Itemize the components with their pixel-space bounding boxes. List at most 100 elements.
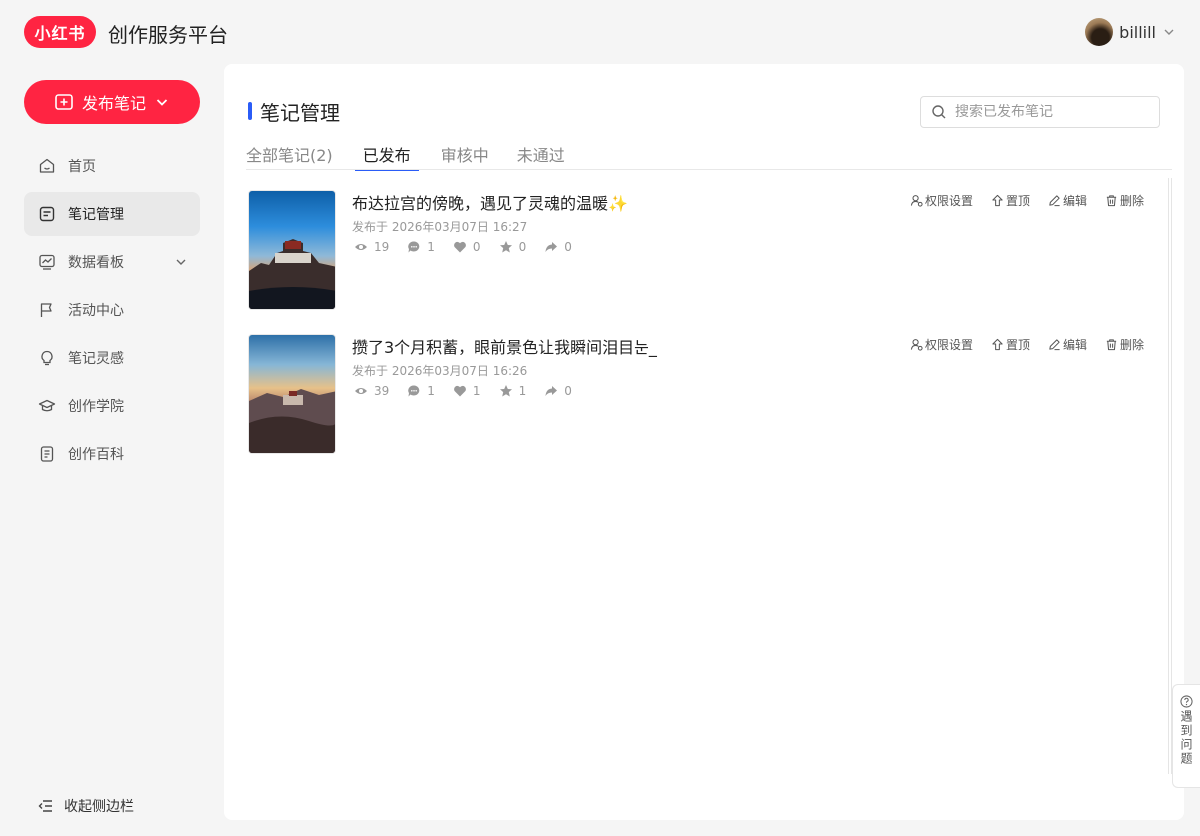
comment-count: 1: [407, 384, 435, 398]
page-title: 笔记管理: [260, 101, 340, 125]
question-circle-icon: [1180, 695, 1193, 708]
edit-button[interactable]: 编辑: [1048, 336, 1087, 353]
sidebar-item-creator-academy[interactable]: 创作学院: [24, 384, 200, 428]
delete-button[interactable]: 删除: [1105, 192, 1144, 209]
like-count: 1: [453, 384, 481, 398]
sidebar-item-note-management[interactable]: 笔记管理: [24, 192, 200, 236]
chevron-down-icon: [1164, 29, 1174, 35]
note-stats: 19 1 0 0 0: [354, 240, 572, 254]
user-lock-icon: [910, 339, 923, 351]
note-icon: [39, 206, 55, 222]
tab-rejected[interactable]: 未通过: [517, 142, 565, 170]
note-actions: 权限设置 置顶 编辑 删除: [910, 192, 1144, 209]
scrollbar[interactable]: [1168, 178, 1172, 774]
chevron-down-icon: [156, 99, 168, 106]
sidebar-item-label: 创作学院: [68, 399, 124, 415]
home-icon: [39, 158, 55, 173]
graduation-cap-icon: [38, 399, 56, 412]
tab-under-review[interactable]: 审核中: [441, 142, 489, 170]
potala-palace-image: [249, 239, 335, 309]
sidebar-item-note-inspiration[interactable]: 笔记灵感: [24, 336, 200, 380]
permission-settings-button[interactable]: 权限设置: [910, 336, 973, 353]
avatar[interactable]: [1085, 18, 1114, 46]
note-row[interactable]: 攒了3个月积蓄，眼前景色让我瞬间泪目눈_ 发布于 2026年03月07日 16:…: [248, 334, 1148, 454]
user-lock-icon: [910, 195, 923, 207]
collect-count: 1: [499, 384, 526, 398]
star-icon: [499, 241, 512, 253]
heart-icon: [454, 241, 466, 253]
chevron-down-icon: [176, 259, 186, 265]
eye-icon: [355, 244, 367, 250]
trash-icon: [1106, 195, 1117, 207]
collapse-sidebar-button[interactable]: 收起侧边栏: [38, 796, 134, 816]
sidebar-item-data-dashboard[interactable]: 数据看板: [24, 240, 200, 284]
main-panel: 笔记管理 全部笔记(2) 已发布 审核中 未通过 布达拉宫的傍晚，遇见了灵魂的温…: [224, 64, 1184, 820]
sidebar-item-label: 活动中心: [68, 303, 124, 319]
xiaohongshu-logo[interactable]: 小红书: [24, 16, 96, 48]
pencil-icon: [1049, 339, 1060, 351]
bulb-icon: [41, 350, 53, 366]
comment-count: 1: [407, 240, 435, 254]
note-cover-image[interactable]: [248, 334, 336, 454]
share-icon: [545, 242, 558, 252]
sidebar-item-home[interactable]: 首页: [24, 144, 200, 188]
search-icon: [932, 105, 946, 119]
sidebar-nav: 首页 笔记管理 数据看板 活动中心 笔记灵感 创作学院 创作百科: [24, 144, 200, 480]
sidebar-item-label: 数据看板: [68, 255, 124, 271]
note-title[interactable]: 布达拉宫的傍晚，遇见了灵魂的温暖✨: [352, 190, 628, 214]
eye-icon: [355, 388, 367, 394]
note-stats: 39 1 1 1 0: [354, 384, 572, 398]
share-icon: [545, 386, 558, 396]
note-publish-time: 发布于 2026年03月07日 16:26: [352, 364, 528, 378]
heart-icon: [454, 385, 466, 397]
sidebar-item-label: 笔记管理: [68, 207, 124, 223]
help-button[interactable]: 遇到问题: [1172, 684, 1200, 788]
user-name: billill: [1119, 22, 1156, 42]
publish-note-label: 发布笔记: [81, 94, 146, 113]
book-icon: [40, 446, 54, 462]
trash-icon: [1106, 339, 1117, 351]
tab-divider: [246, 169, 1172, 170]
sidebar-item-label: 首页: [68, 159, 96, 175]
pin-top-icon: [992, 194, 1003, 207]
note-publish-time: 发布于 2026年03月07日 16:27: [352, 220, 528, 234]
permission-settings-button[interactable]: 权限设置: [910, 192, 973, 209]
search-input[interactable]: [955, 104, 1145, 120]
delete-button[interactable]: 删除: [1105, 336, 1144, 353]
title-accent-bar: [248, 102, 252, 120]
collapse-icon: [38, 800, 52, 812]
collect-count: 0: [499, 240, 526, 254]
pin-button[interactable]: 置顶: [991, 192, 1030, 209]
publish-note-button[interactable]: 发布笔记: [24, 80, 200, 124]
top-bar: 小红书 创作服务平台 billill: [0, 0, 1200, 64]
tab-all-notes[interactable]: 全部笔记(2): [246, 142, 333, 170]
search-box[interactable]: [920, 96, 1160, 128]
mountain-palace-image: [249, 389, 335, 453]
sidebar-item-label: 创作百科: [68, 447, 124, 463]
comment-icon: [408, 241, 420, 253]
sidebar: 发布笔记 首页 笔记管理 数据看板 活动中心 笔记灵感 创作学院 创作百科 收起…: [0, 64, 224, 836]
collapse-sidebar-label: 收起侧边栏: [64, 799, 134, 815]
like-count: 0: [453, 240, 481, 254]
view-count: 19: [354, 240, 389, 254]
note-cover-image[interactable]: [248, 190, 336, 310]
share-count: 0: [544, 384, 572, 398]
sidebar-item-activity-center[interactable]: 活动中心: [24, 288, 200, 332]
platform-title: 创作服务平台: [108, 23, 228, 47]
tab-bar: 全部笔记(2) 已发布 审核中 未通过: [246, 142, 593, 171]
pin-button[interactable]: 置顶: [991, 336, 1030, 353]
star-icon: [499, 385, 512, 397]
note-actions: 权限设置 置顶 编辑 删除: [910, 336, 1144, 353]
edit-button[interactable]: 编辑: [1048, 192, 1087, 209]
user-menu[interactable]: billill: [1085, 18, 1176, 46]
pencil-icon: [1049, 195, 1060, 207]
plus-square-icon: [55, 94, 73, 110]
sidebar-item-creator-encyclopedia[interactable]: 创作百科: [24, 432, 200, 476]
chart-icon: [39, 254, 55, 270]
tab-published[interactable]: 已发布: [354, 142, 419, 171]
help-label: 遇到问题: [1179, 710, 1193, 766]
note-row[interactable]: 布达拉宫的傍晚，遇见了灵魂的温暖✨ 发布于 2026年03月07日 16:27 …: [248, 190, 1148, 310]
flag-icon: [40, 303, 52, 317]
note-title[interactable]: 攒了3个月积蓄，眼前景色让我瞬间泪目눈_: [352, 334, 657, 358]
sidebar-item-label: 笔记灵感: [68, 351, 124, 367]
